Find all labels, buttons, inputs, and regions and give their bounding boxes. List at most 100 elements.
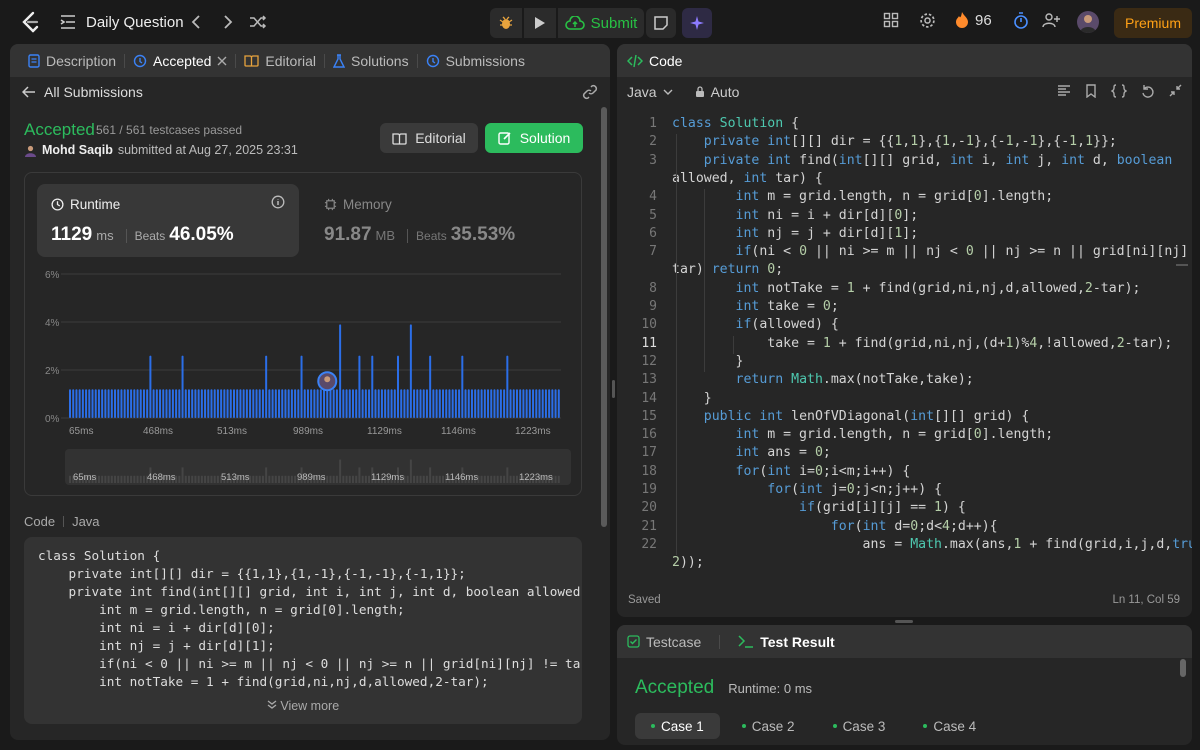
settings-button[interactable] [919,12,936,29]
case-tab-1[interactable]: Case 1 [635,713,720,739]
code-line[interactable]: ans = Math.max(ans,1 + find(grid,i,j,d,t… [672,537,1192,552]
code-line[interactable]: private int[][] dir = {{1,1},{1,-1},{-1,… [672,134,1117,149]
info-icon[interactable] [271,195,285,212]
chart-bar [165,389,168,418]
code-line[interactable]: int take = 0; [672,299,839,314]
chart-bar [139,389,142,418]
code-line[interactable]: int m = grid.length, n = grid[0].length; [672,189,1054,204]
chart-bar [416,389,419,418]
tab-description[interactable]: Description [20,44,124,77]
user-avatar[interactable] [1077,11,1099,33]
submit-button[interactable]: Submit [558,8,644,38]
overview-tick-label: 513ms [221,472,250,483]
bookmark-icon[interactable] [1085,84,1097,98]
random-problem-button[interactable] [248,12,268,32]
overview-tick-label: 468ms [147,472,176,483]
ai-assistant-button[interactable] [682,8,712,38]
reset-icon[interactable] [1141,84,1155,98]
code-line[interactable]: for(int i=0;i<m;i++) { [672,464,911,479]
code-line[interactable]: } [672,354,744,369]
tab-code[interactable]: Code [627,44,690,77]
code-line[interactable]: take = 1 + find(grid,ni,nj,(d+1)%4,!allo… [672,336,1172,351]
code-line[interactable]: return Math.max(notTake,take); [672,372,974,387]
debug-button[interactable] [490,8,522,38]
prev-problem-button[interactable] [186,12,206,32]
share-link-icon[interactable] [582,84,598,100]
code-line[interactable]: } [672,391,712,406]
chart-bar [136,389,139,418]
code-line[interactable]: private int find(int[][] grid, int i, in… [672,153,1173,168]
chart-bar [88,389,91,418]
code-line[interactable]: class Solution { [672,116,799,131]
code-line[interactable]: public int lenOfVDiagonal(int[][] grid) … [672,409,1030,424]
resize-handle-vertical[interactable] [612,380,615,398]
lock-icon [695,86,704,97]
chart-bar [377,389,380,418]
view-more-button[interactable]: View more [24,699,582,713]
resize-handle[interactable] [895,620,913,623]
arrow-left-icon [22,86,35,98]
tab-test-result[interactable]: Test Result [730,625,842,658]
chart-bar [332,389,335,418]
case-tab-4[interactable]: Case 4 [907,713,992,739]
case-label: Case 2 [751,718,795,734]
code-line[interactable]: for(int d=0;d<4;d++){ [672,519,998,534]
tab-submissions[interactable]: Submissions [418,44,533,77]
chart-bar [490,389,493,418]
code-line[interactable]: int m = grid.length, n = grid[0].length; [672,427,1054,442]
collapse-icon[interactable] [1169,84,1182,97]
layout-button[interactable] [883,12,899,28]
tab-accepted[interactable]: Accepted [125,44,235,77]
tab-solutions[interactable]: Solutions [325,44,417,77]
tab-editorial[interactable]: Editorial [236,44,324,77]
streak-counter[interactable]: 96 [955,11,992,29]
timer-button[interactable] [1013,12,1029,30]
invite-button[interactable] [1042,12,1060,28]
chevron-down-icon [663,89,673,95]
code-line[interactable]: if(ni < 0 || ni >= m || nj < 0 || nj >= … [672,244,1192,259]
leetcode-logo-icon[interactable] [18,10,42,34]
panel-scrollbar[interactable] [601,107,607,527]
code-line[interactable]: allowed, int tar) { [672,171,823,186]
case-tab-2[interactable]: Case 2 [726,713,811,739]
tab-testcase[interactable]: Testcase [627,625,709,658]
code-line[interactable]: int ni = i + dir[d][0]; [672,208,919,223]
language-select[interactable]: Java [627,84,673,100]
editorial-button[interactable]: Editorial [380,123,478,153]
auto-mode-toggle[interactable]: Auto [695,84,739,100]
chart-bar [458,389,461,418]
braces-icon[interactable] [1111,84,1127,98]
code-editor[interactable]: 1 class Solution {2 private int[][] dir =… [617,111,1192,581]
chart-bar [319,389,322,418]
close-icon[interactable] [217,56,227,66]
test-panel-scrollbar[interactable] [1180,659,1186,677]
case-tab-3[interactable]: Case 3 [817,713,902,739]
notes-button[interactable] [646,8,676,38]
code-line[interactable]: tar) return 0; [672,262,783,277]
next-problem-button[interactable] [218,12,238,32]
all-submissions-link[interactable]: All Submissions [10,77,610,107]
chart-bar [512,389,515,418]
problem-list-button[interactable]: Daily Question [60,7,184,37]
post-solution-button[interactable]: Solution [485,123,583,153]
code-line[interactable]: 2)); [672,555,704,570]
runtime-distribution-chart[interactable]: 6% 4% 2% 0% 65ms 468ms 513ms 989ms 1129ms 1146ms 1… [25,261,581,495]
run-button[interactable] [524,8,556,38]
chart-bar [345,389,348,418]
case-tabs: Case 1 Case 2 Case 3 Case 4 [635,713,992,739]
code-line[interactable]: if(allowed) { [672,317,839,332]
submitter-name[interactable]: Mohd Saqib [42,143,113,157]
code-line[interactable]: int notTake = 1 + find(grid,ni,nj,d,allo… [672,281,1141,296]
code-line[interactable]: for(int j=0;j<n;j++) { [672,482,942,497]
line-number: 4 [649,189,657,205]
code-line[interactable]: if(grid[i][j] == 1) { [672,500,966,515]
submitted-code-preview[interactable]: class Solution { private int[][] dir = {… [24,537,582,724]
code-line[interactable]: int ans = 0; [672,445,831,460]
format-icon[interactable] [1057,84,1071,98]
memory-card[interactable]: Memory 91.87 MB Beats 35.53% [310,184,572,257]
code-line[interactable]: int nj = j + dir[d][1]; [672,226,919,241]
chart-bar [528,389,531,418]
runtime-card[interactable]: Runtime 1129 ms Beats 46.05% [37,184,299,257]
chart-bar [236,389,239,418]
premium-button[interactable]: Premium [1114,8,1192,38]
